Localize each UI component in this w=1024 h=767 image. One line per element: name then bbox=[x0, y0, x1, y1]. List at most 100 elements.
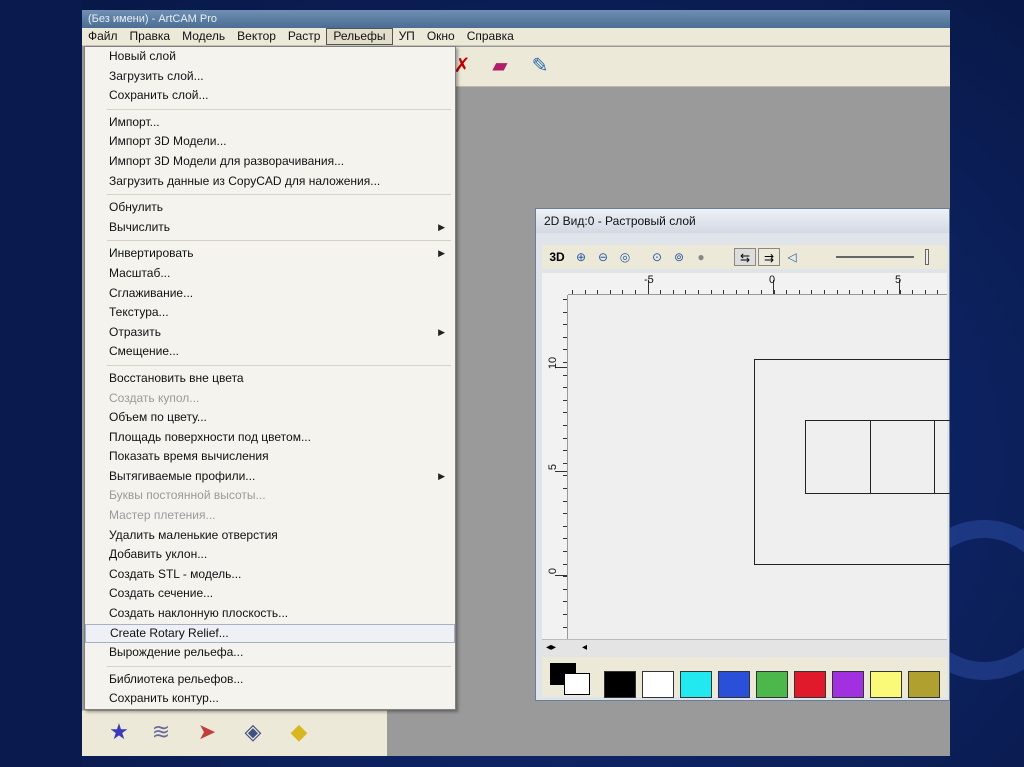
horizontal-scrollbar[interactable]: ◂▸ ◂ bbox=[542, 639, 947, 655]
drawing-canvas[interactable] bbox=[568, 295, 950, 639]
ruler-tick bbox=[924, 290, 926, 294]
menu-item[interactable]: Модель bbox=[176, 28, 231, 45]
dropdown-menu-item[interactable]: Импорт 3D Модели для разворачивания... bbox=[85, 152, 455, 172]
color-swatch[interactable] bbox=[794, 671, 826, 698]
ruler-tick bbox=[635, 290, 636, 294]
ruler-tick bbox=[563, 462, 567, 464]
dropdown-menu-item[interactable]: Сохранить контур... bbox=[85, 689, 455, 709]
scroll-arrow-left-icon[interactable]: ◂ bbox=[582, 640, 587, 655]
dropdown-menu-item[interactable]: Текстура... bbox=[85, 303, 455, 323]
dropdown-menu-item[interactable]: Загрузить данные из CopyCAD для наложени… bbox=[85, 172, 455, 192]
zoom-in-icon[interactable]: ⊕ bbox=[572, 248, 590, 266]
zoom-previous-icon[interactable]: ◎ bbox=[616, 248, 634, 266]
mesh-icon[interactable]: ◈ bbox=[238, 719, 268, 745]
dropdown-menu-item-label: Библиотека рельефов... bbox=[109, 671, 244, 686]
zoom-all-icon[interactable]: ● bbox=[692, 248, 710, 266]
dropdown-menu-item-label: Сохранить контур... bbox=[109, 691, 219, 706]
dropdown-menu-item: Создать купол... bbox=[85, 389, 455, 409]
dropdown-menu-item[interactable]: Создать сечение... bbox=[85, 584, 455, 604]
dropdown-menu-item[interactable]: Инвертировать ▶ bbox=[85, 244, 455, 264]
dropdown-menu-item[interactable]: Восстановить вне цвета bbox=[85, 369, 455, 389]
ruler-tick bbox=[672, 290, 674, 294]
select-icon[interactable]: ⇉ bbox=[758, 248, 780, 266]
ruler-tick bbox=[563, 374, 567, 376]
relief-box-2[interactable] bbox=[870, 420, 935, 494]
book-icon[interactable]: ▰ bbox=[486, 53, 514, 79]
dropdown-menu-item[interactable]: Библиотека рельефов... bbox=[85, 670, 455, 690]
zoom-window-icon[interactable]: ⊚ bbox=[670, 248, 688, 266]
menu-item[interactable]: Справка bbox=[461, 28, 520, 45]
dropdown-menu-item-label: Вытягиваемые профили... bbox=[109, 468, 256, 483]
brush-icon[interactable]: ➤ bbox=[192, 719, 222, 745]
dropdown-menu-item[interactable]: Вычислить ▶ bbox=[85, 218, 455, 238]
dropdown-menu-item[interactable]: Загрузить слой... bbox=[85, 67, 455, 87]
menu-item[interactable]: Окно bbox=[421, 28, 461, 45]
dropdown-menu-item[interactable]: Площадь поверхности под цветом... bbox=[85, 428, 455, 448]
color-swatch[interactable] bbox=[832, 671, 864, 698]
dropdown-menu-item[interactable]: Вырождение рельефа... bbox=[85, 643, 455, 663]
wizard-icon[interactable]: ✎ bbox=[526, 53, 554, 79]
dropdown-menu-item[interactable]: Создать STL - модель... bbox=[85, 565, 455, 585]
secondary-color-swatch[interactable] bbox=[564, 673, 590, 695]
dropdown-menu-item-label: Площадь поверхности под цветом... bbox=[109, 429, 311, 444]
color-swatch[interactable] bbox=[756, 671, 788, 698]
dropdown-menu-item-label: Создать купол... bbox=[109, 390, 200, 405]
color-swatch[interactable] bbox=[718, 671, 750, 698]
ruler-tick bbox=[723, 290, 725, 294]
color-swatch[interactable] bbox=[680, 671, 712, 698]
dropdown-menu-item[interactable]: Create Rotary Relief... bbox=[85, 623, 455, 644]
dropdown-menu-item[interactable]: Новый слой bbox=[85, 47, 455, 67]
dropdown-menu-item-label: Загрузить данные из CopyCAD для наложени… bbox=[109, 173, 381, 188]
ruler-tick bbox=[912, 290, 914, 294]
ruler-tick bbox=[811, 290, 813, 294]
dropdown-menu-item[interactable]: Вытягиваемые профили... ▶ bbox=[85, 467, 455, 487]
color-swatch[interactable] bbox=[908, 671, 940, 698]
color-swatch[interactable] bbox=[604, 671, 636, 698]
menu-item[interactable]: Рельефы bbox=[326, 28, 393, 45]
dropdown-menu-item[interactable]: Отразить ▶ bbox=[85, 323, 455, 343]
layer-icon[interactable]: ◆ bbox=[284, 719, 314, 745]
dropdown-menu-item[interactable]: Показать время вычисления bbox=[85, 447, 455, 467]
dropdown-menu-item-label: Восстановить вне цвета bbox=[109, 370, 244, 385]
dropdown-menu-item[interactable]: Сохранить слой... bbox=[85, 86, 455, 106]
star-icon[interactable]: ★ bbox=[104, 719, 134, 745]
dropdown-menu-item-label: Создать наклонную плоскость... bbox=[109, 606, 289, 621]
view-2d-title: 2D Вид:0 - Растровый слой bbox=[544, 214, 696, 228]
menu-item[interactable]: Правка bbox=[124, 28, 177, 45]
dropdown-menu-item[interactable]: Обнулить bbox=[85, 198, 455, 218]
dropdown-menu-item-label: Сохранить слой... bbox=[109, 88, 209, 103]
dropdown-menu-item[interactable]: Импорт 3D Модели... bbox=[85, 132, 455, 152]
color-swatch[interactable] bbox=[870, 671, 902, 698]
dropdown-menu-item[interactable]: Импорт... bbox=[85, 113, 455, 133]
dropdown-menu-item[interactable]: Удалить маленькие отверстия bbox=[85, 526, 455, 546]
ruler-tick bbox=[937, 290, 939, 294]
dropdown-menu-item[interactable]: Смещение... bbox=[85, 342, 455, 362]
view-3d-button[interactable]: 3D bbox=[546, 248, 568, 266]
menu-item[interactable]: Растр bbox=[282, 28, 326, 45]
measure-icon[interactable]: ◁ bbox=[782, 248, 802, 266]
color-swatch[interactable] bbox=[642, 671, 674, 698]
zoom-slider-knob[interactable] bbox=[925, 249, 929, 265]
menu-item[interactable]: Файл bbox=[82, 28, 124, 45]
relief-icon[interactable]: ≋ bbox=[146, 719, 176, 745]
ruler-tick bbox=[563, 425, 567, 426]
ruler-tick bbox=[563, 525, 567, 527]
menu-item[interactable]: УП bbox=[393, 28, 421, 45]
menu-item[interactable]: Вектор bbox=[231, 28, 282, 45]
ruler-tick bbox=[563, 626, 567, 628]
relief-box-1[interactable] bbox=[805, 420, 871, 494]
ruler-tick bbox=[748, 290, 750, 294]
dropdown-menu-item[interactable]: Создать наклонную плоскость... bbox=[85, 604, 455, 624]
view-2d-window[interactable]: 2D Вид:0 - Растровый слой 3D ⊕ ⊖ ◎ ⊙ ⊚ ●… bbox=[535, 208, 950, 701]
dropdown-menu-item[interactable]: Объем по цвету... bbox=[85, 408, 455, 428]
ruler-tick bbox=[563, 614, 567, 615]
relief-box-3[interactable] bbox=[934, 420, 950, 494]
scroll-left-icon[interactable]: ◂▸ bbox=[546, 640, 556, 655]
zoom-fit-icon[interactable]: ⊙ bbox=[648, 248, 666, 266]
ruler-tick bbox=[563, 336, 567, 338]
dropdown-menu-item[interactable]: Сглаживание... bbox=[85, 284, 455, 304]
zoom-out-icon[interactable]: ⊖ bbox=[594, 248, 612, 266]
dropdown-menu-item[interactable]: Добавить уклон... bbox=[85, 545, 455, 565]
pan-icon[interactable]: ⇆ bbox=[734, 248, 756, 266]
dropdown-menu-item[interactable]: Масштаб... bbox=[85, 264, 455, 284]
